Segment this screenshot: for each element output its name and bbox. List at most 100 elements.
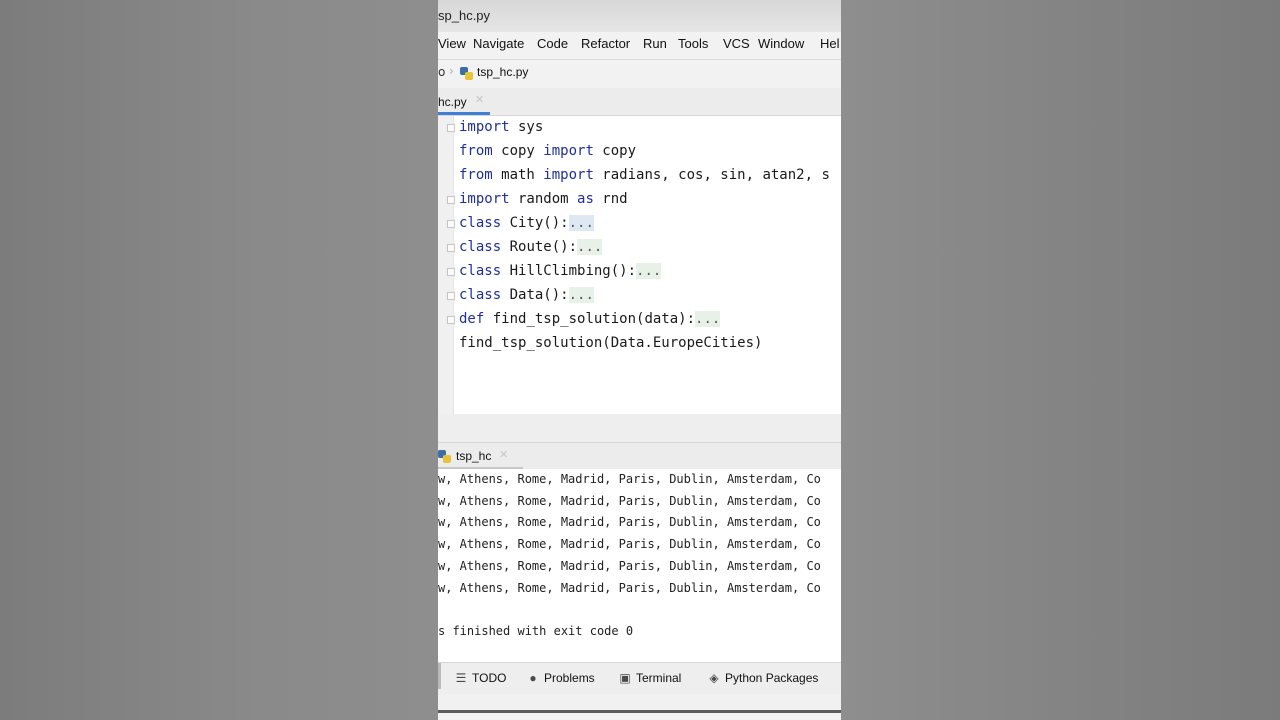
fold-marker-icon[interactable] (447, 244, 455, 252)
keyword: def (459, 311, 485, 327)
code-text: find_tsp_solution(Data.EuropeCities) (459, 335, 763, 351)
list-icon: ☰ (455, 671, 467, 685)
folded-code-placeholder[interactable]: ... (568, 287, 594, 303)
code-line: import sys (459, 119, 543, 139)
code-text: rnd (593, 191, 628, 207)
keyword: import (543, 167, 594, 183)
menu-bar: View Navigate Code Refactor Run Tools VC… (438, 32, 841, 58)
fold-marker-icon[interactable] (447, 316, 455, 324)
keyword: class (459, 263, 502, 279)
fold-marker-icon[interactable] (447, 268, 455, 276)
folded-code-placeholder[interactable]: ... (577, 239, 603, 255)
run-console[interactable]: w, Athens, Rome, Madrid, Paris, Dublin, … (438, 469, 841, 662)
code-text: radians, cos, sin, atan2, s (593, 167, 830, 183)
code-line: import random as rnd (459, 191, 628, 211)
folded-code-placeholder[interactable]: ... (568, 215, 594, 231)
keyword: as (577, 191, 594, 207)
editor-tab[interactable]: hc.py ✕ (438, 88, 490, 115)
menu-refactor[interactable]: Refactor (581, 36, 630, 51)
python-packages-label: Python Packages (725, 671, 819, 685)
code-line: class City():... (459, 215, 594, 235)
keyword: import (459, 119, 510, 135)
folded-code-placeholder[interactable]: ... (695, 311, 721, 327)
keyword: class (459, 287, 502, 303)
close-icon[interactable]: ✕ (499, 448, 508, 461)
menu-run[interactable]: Run (643, 36, 667, 51)
fold-marker-icon[interactable] (447, 124, 455, 132)
menu-tools[interactable]: Tools (678, 36, 708, 51)
status-strip (438, 694, 841, 720)
python-run-icon (438, 450, 451, 463)
console-output-line: w, Athens, Rome, Madrid, Paris, Dublin, … (438, 581, 821, 595)
code-line: class Data():... (459, 287, 594, 307)
problems-label: Problems (544, 671, 595, 685)
run-tab-label: tsp_hc (456, 449, 492, 463)
breadcrumb: o › tsp_hc.py (438, 59, 841, 86)
menu-help[interactable]: Hel (820, 36, 840, 51)
fold-marker-icon[interactable] (447, 292, 455, 300)
menu-window[interactable]: Window (758, 36, 804, 51)
video-background-left (0, 0, 438, 720)
code-line: class Route():... (459, 239, 603, 259)
menu-view[interactable]: View (438, 36, 466, 51)
code-text: find_tsp_solution(data): (484, 311, 696, 327)
console-output-line: w, Athens, Rome, Madrid, Paris, Dublin, … (438, 515, 821, 529)
breadcrumb-file[interactable]: tsp_hc.py (477, 65, 528, 79)
code-line: from copy import copy (459, 143, 636, 163)
keyword: from (459, 143, 493, 159)
console-output-line: w, Athens, Rome, Madrid, Paris, Dublin, … (438, 494, 821, 508)
problems-button[interactable]: ● Problems (526, 671, 595, 685)
fold-marker-icon[interactable] (447, 196, 455, 204)
terminal-button[interactable]: ▣ Terminal (618, 671, 681, 685)
code-line: class HillClimbing():... (459, 263, 662, 283)
menu-navigate[interactable]: Navigate (473, 36, 524, 51)
info-icon: ● (529, 671, 537, 685)
todo-button[interactable]: ☰ TODO (454, 671, 507, 685)
python-file-icon (460, 67, 473, 80)
code-text: City(): (501, 215, 569, 231)
code-text: copy (492, 143, 544, 159)
editor-tab-bar: hc.py ✕ (438, 88, 841, 116)
code-text: copy (593, 143, 637, 159)
code-text: Data(): (501, 287, 569, 303)
keyword: import (459, 191, 510, 207)
active-tab-indicator (438, 112, 490, 115)
video-background-right (841, 0, 1280, 720)
terminal-icon: ▣ (619, 671, 631, 685)
layers-icon: ◈ (709, 671, 719, 685)
keyword: class (459, 215, 502, 231)
terminal-label: Terminal (636, 671, 682, 685)
keyword: import (543, 143, 594, 159)
code-line: def find_tsp_solution(data):... (459, 311, 721, 331)
python-packages-button[interactable]: ◈ Python Packages (707, 671, 818, 685)
close-icon[interactable]: ✕ (475, 93, 484, 106)
tool-window-bar: ☰ TODO ● Problems ▣ Terminal ◈ Python Packag… (438, 662, 841, 695)
code-editor[interactable]: import sys from copy import copy from ma… (438, 116, 841, 414)
editor-bottom-gap (438, 414, 841, 442)
console-exit-message: s finished with exit code 0 (438, 624, 634, 638)
chevron-right-icon: › (449, 64, 454, 78)
code-line: find_tsp_solution(Data.EuropeCities) (459, 335, 762, 355)
todo-label: TODO (472, 671, 507, 685)
fold-marker-icon[interactable] (447, 220, 455, 228)
code-line: from math import radians, cos, sin, atan… (459, 167, 830, 187)
breadcrumb-fragment[interactable]: o (438, 65, 445, 79)
code-text: math (492, 167, 544, 183)
console-output-line: w, Athens, Rome, Madrid, Paris, Dublin, … (438, 472, 821, 486)
code-text: random (509, 191, 578, 207)
editor-gutter (438, 116, 454, 414)
code-text: sys (509, 119, 544, 135)
tool-bar-accent (438, 663, 441, 689)
keyword: class (459, 239, 502, 255)
console-output-line: w, Athens, Rome, Madrid, Paris, Dublin, … (438, 537, 821, 551)
folded-code-placeholder[interactable]: ... (636, 263, 662, 279)
ide-window: sp_hc.py View Navigate Code Refactor Run… (438, 0, 841, 720)
code-text: Route(): (501, 239, 578, 255)
status-strip-line (438, 710, 841, 713)
menu-vcs[interactable]: VCS (723, 36, 750, 51)
keyword: from (459, 167, 493, 183)
title-bar: sp_hc.py (438, 0, 841, 32)
run-tool-window-header: tsp_hc ✕ (438, 442, 841, 470)
run-tab[interactable]: tsp_hc ✕ (438, 443, 523, 470)
menu-code[interactable]: Code (537, 36, 568, 51)
